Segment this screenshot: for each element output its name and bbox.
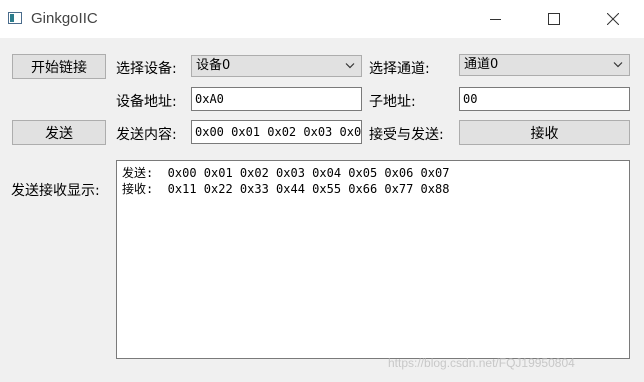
display-line-send: 发送: 0x00 0x01 0x02 0x03 0x04 0x05 0x06 0… — [122, 166, 450, 180]
chevron-down-icon — [345, 63, 355, 69]
device-select-value: 设备0 — [196, 58, 231, 73]
content-label: 发送内容: — [116, 127, 177, 143]
recv-send-label: 接受与发送: — [369, 127, 444, 143]
maximize-button[interactable] — [531, 0, 577, 38]
close-icon — [607, 13, 619, 25]
display-label: 发送接收显示: — [11, 183, 100, 199]
watermark: https://blog.csdn.net/FQJ19950804 — [388, 356, 575, 370]
channel-label: 选择通道: — [369, 61, 430, 77]
connect-button[interactable]: 开始链接 — [12, 54, 106, 79]
address-label: 设备地址: — [116, 94, 177, 110]
send-button[interactable]: 发送 — [12, 120, 106, 145]
minimize-icon — [490, 19, 501, 20]
subaddress-label: 子地址: — [369, 94, 416, 110]
channel-select[interactable]: 通道0 — [459, 54, 630, 76]
maximize-icon — [548, 13, 560, 25]
subaddress-input[interactable]: 00 — [459, 87, 630, 111]
channel-select-value: 通道0 — [464, 57, 499, 72]
minimize-button[interactable] — [473, 0, 519, 38]
window-title: GinkgoIIC — [31, 10, 98, 27]
title-bar: GinkgoIIC — [0, 0, 644, 38]
chevron-down-icon — [613, 62, 623, 68]
display-textarea[interactable]: 发送: 0x00 0x01 0x02 0x03 0x04 0x05 0x06 0… — [116, 160, 630, 359]
device-label: 选择设备: — [116, 61, 177, 77]
close-button[interactable] — [590, 0, 636, 38]
content-input[interactable]: 0x00 0x01 0x02 0x03 0x04 0x05 0x06 0x07 — [191, 120, 362, 144]
address-input[interactable]: 0xA0 — [191, 87, 362, 111]
device-select[interactable]: 设备0 — [191, 55, 362, 77]
app-icon — [8, 12, 22, 24]
display-line-receive: 接收: 0x11 0x22 0x33 0x44 0x55 0x66 0x77 0… — [122, 182, 450, 196]
receive-button[interactable]: 接收 — [459, 120, 630, 145]
